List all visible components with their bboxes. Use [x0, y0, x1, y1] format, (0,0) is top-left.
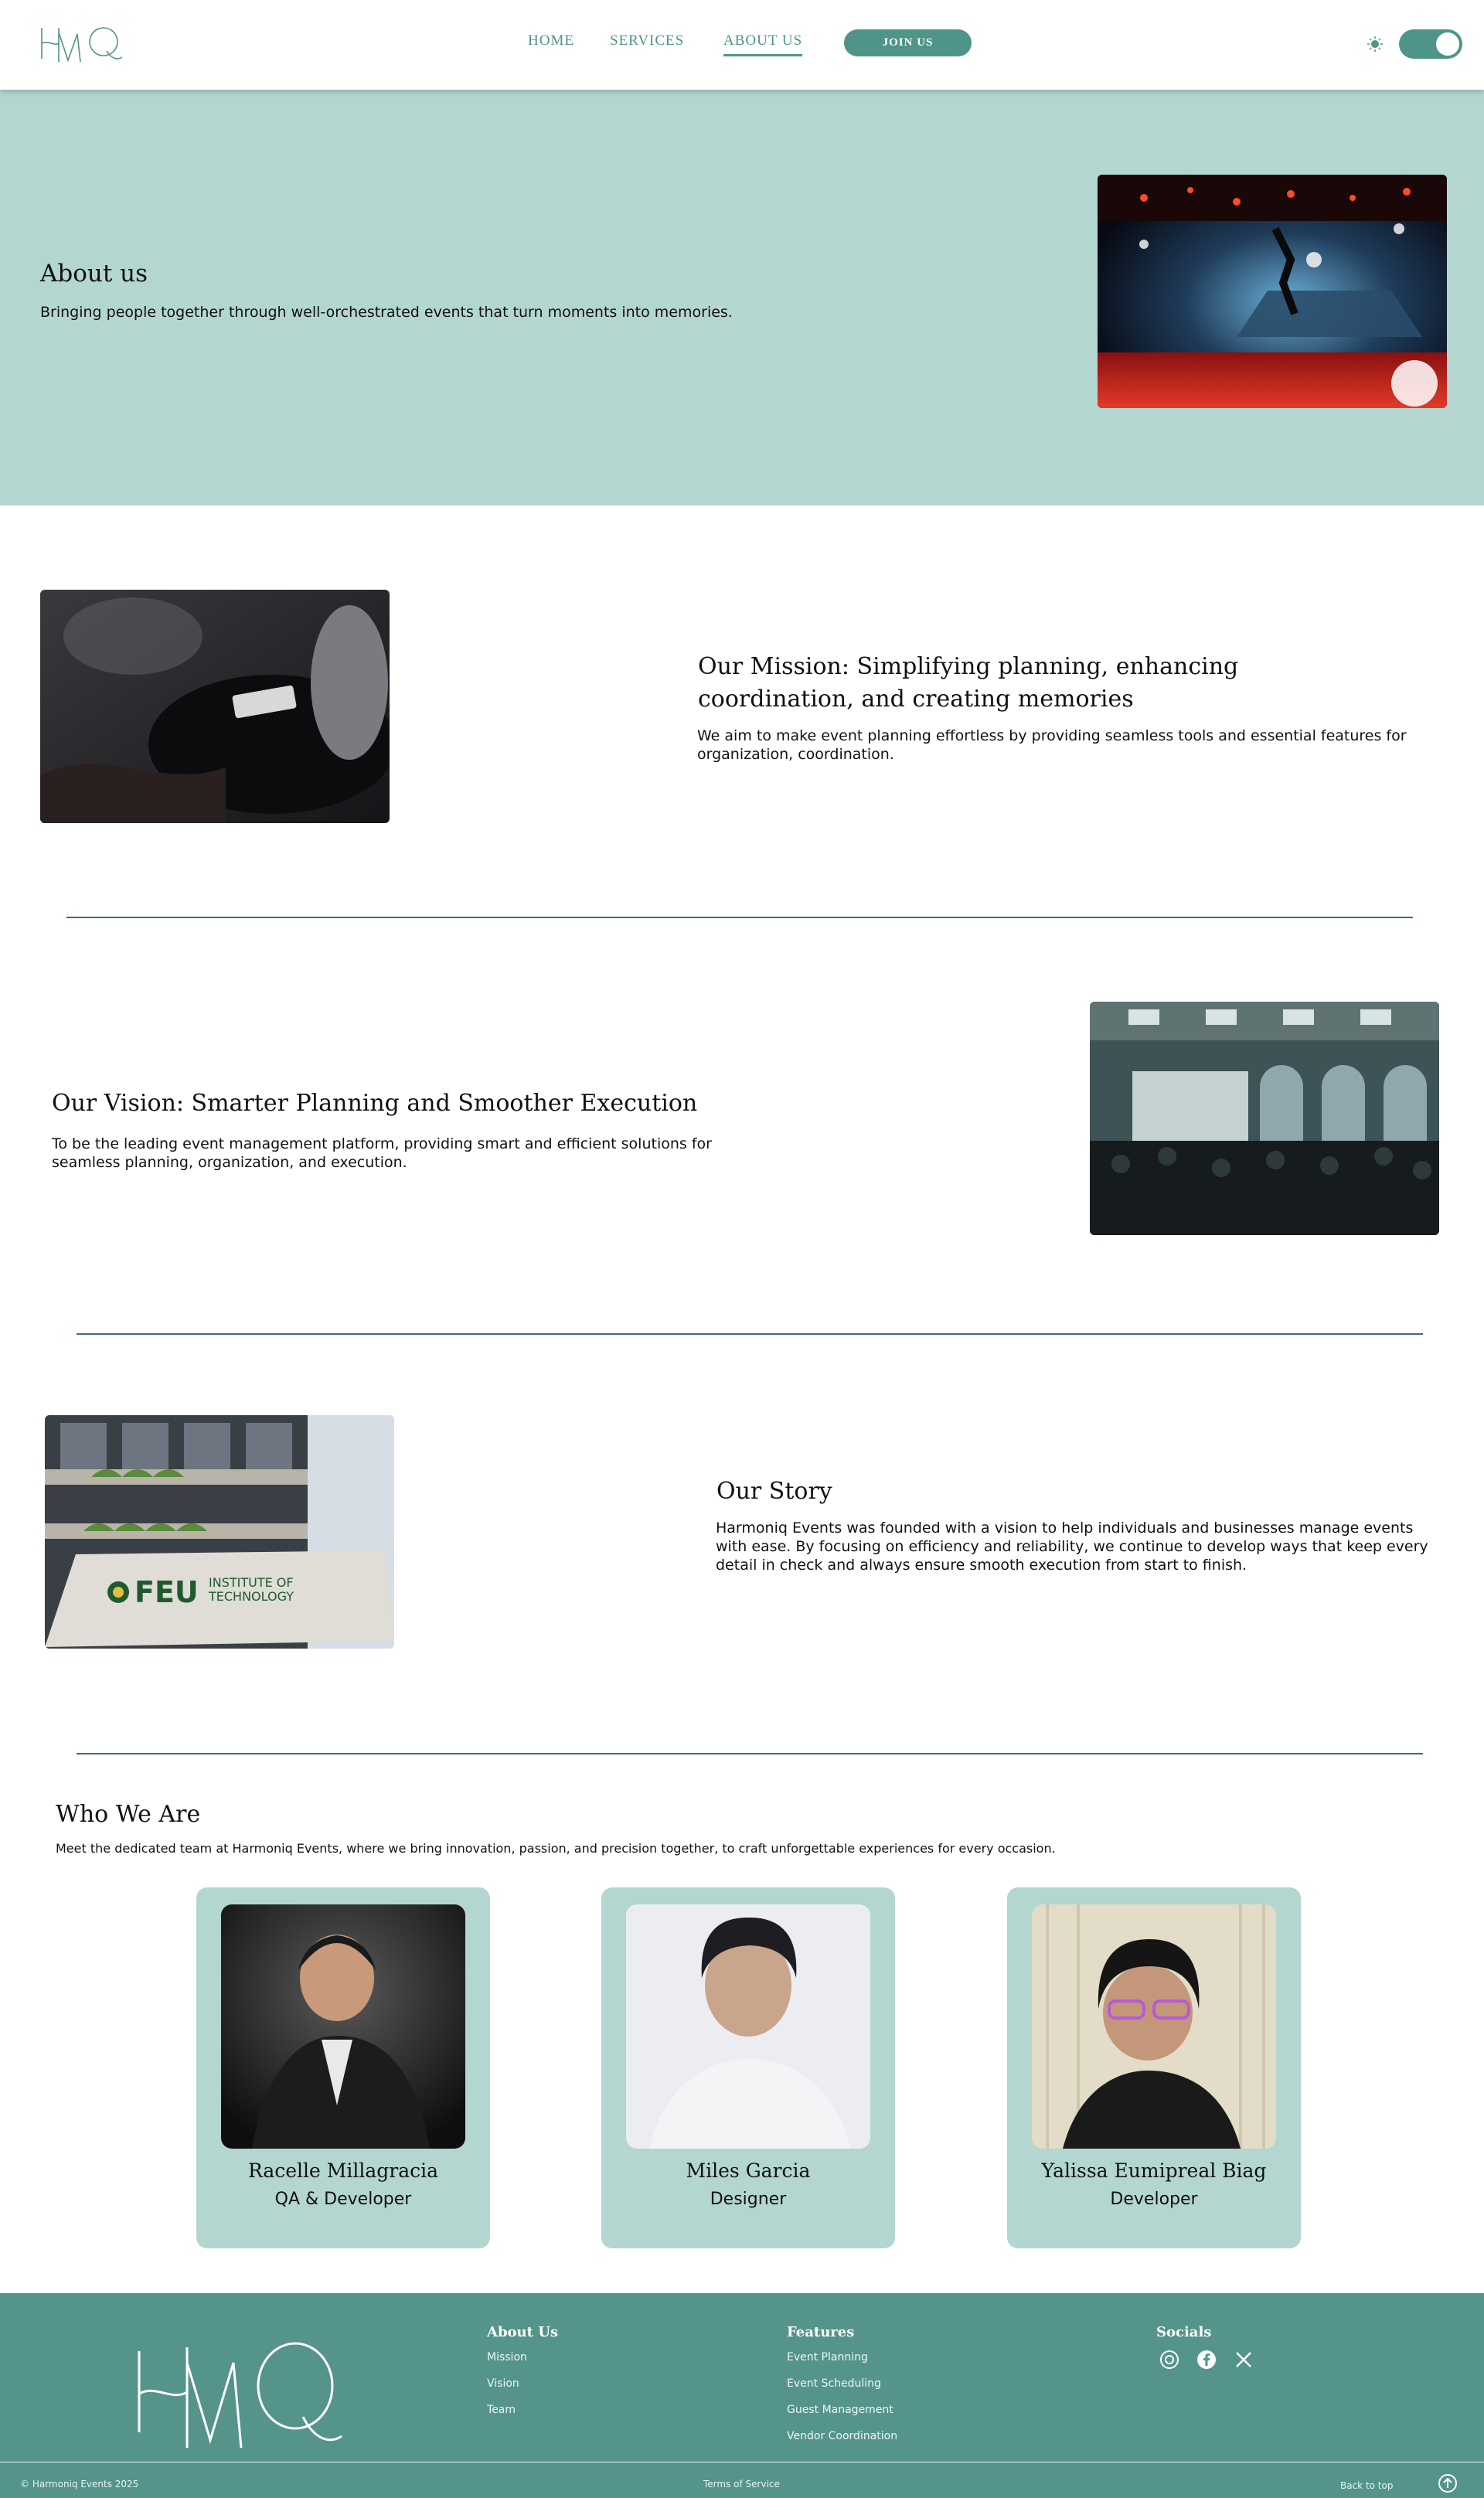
footer-logo[interactable]: [133, 2340, 345, 2455]
footer-link-vision[interactable]: Vision: [487, 2377, 519, 2390]
vision-title: Our Vision: Smarter Planning and Smoothe…: [52, 1090, 698, 1117]
member-photo: [221, 1904, 465, 2149]
audience-taking-notes-photo: [40, 590, 390, 823]
theme-toggle[interactable]: [1399, 29, 1462, 59]
conference-hall-photo: [1090, 1002, 1439, 1235]
section-divider: [77, 1333, 1423, 1335]
hero-section: About us Bringing people together throug…: [0, 90, 1484, 505]
footer-link-event-scheduling[interactable]: Event Scheduling: [787, 2377, 881, 2390]
sign-institute: INSTITUTE OF: [209, 1575, 294, 1590]
logo[interactable]: [39, 23, 124, 66]
terms-link[interactable]: Terms of Service: [703, 2479, 780, 2489]
section-divider: [66, 917, 1413, 918]
team-card: Miles Garcia Designer: [601, 1887, 895, 2248]
sign-feu: FEU: [134, 1575, 199, 1609]
footer-features-heading: Features: [787, 2324, 855, 2340]
hero-subtitle: Bringing people together through well-or…: [40, 304, 733, 321]
team-intro: Meet the dedicated team at Harmoniq Even…: [56, 1841, 1056, 1856]
site-header: HOME SERVICES ABOUT US JOIN US: [0, 0, 1484, 90]
footer-socials-heading: Socials: [1156, 2324, 1212, 2340]
mission-body: We aim to make event planning effortless…: [697, 727, 1407, 763]
sign-technology: TECHNOLOGY: [208, 1589, 294, 1604]
instagram-icon[interactable]: [1159, 2350, 1179, 2370]
feu-building-photo: FEU INSTITUTE OF TECHNOLOGY: [45, 1415, 394, 1649]
nav-about-us[interactable]: ABOUT US: [723, 32, 803, 56]
footer-link-event-planning[interactable]: Event Planning: [787, 2351, 868, 2364]
sun-icon: [1367, 36, 1383, 52]
team-card: Racelle Millagracia QA & Developer: [196, 1887, 490, 2248]
footer-link-guest-management[interactable]: Guest Management: [787, 2404, 893, 2416]
site-footer: About Us Mission Vision Team Features Ev…: [0, 2293, 1484, 2498]
member-photo: [1032, 1904, 1276, 2149]
footer-link-team[interactable]: Team: [487, 2404, 516, 2416]
nav-services[interactable]: SERVICES: [610, 32, 684, 49]
nav-home[interactable]: HOME: [528, 32, 574, 49]
concert-stage-photo: [1098, 175, 1447, 408]
member-name: Yalissa Eumipreal Biag: [1041, 2159, 1267, 2182]
member-photo: [626, 1904, 870, 2149]
team-card: Yalissa Eumipreal Biag Developer: [1007, 1887, 1301, 2248]
team-title: Who We Are: [56, 1801, 201, 1828]
vision-body: To be the leading event management platf…: [52, 1135, 712, 1171]
member-name: Racelle Millagracia: [247, 2159, 439, 2182]
facebook-icon[interactable]: [1196, 2350, 1217, 2370]
copyright-text: © Harmoniq Events 2025: [20, 2479, 139, 2489]
x-icon[interactable]: [1235, 2351, 1252, 2368]
mission-title: Our Mission: Simplifying planning, enhan…: [698, 651, 1238, 716]
back-to-top-link[interactable]: Back to top: [1340, 2480, 1393, 2491]
mission-title-line2: coordination, and creating memories: [698, 686, 1134, 713]
member-role: Designer: [710, 2190, 787, 2209]
section-divider: [77, 1753, 1423, 1754]
toggle-knob: [1436, 32, 1459, 56]
mission-title-line1: Our Mission: Simplifying planning, enhan…: [698, 653, 1239, 680]
footer-about-heading: About Us: [487, 2324, 559, 2340]
arrow-up-circle-icon[interactable]: [1438, 2473, 1458, 2493]
member-role: QA & Developer: [274, 2190, 412, 2209]
story-body: Harmoniq Events was founded with a visio…: [716, 1520, 1428, 1574]
footer-link-mission[interactable]: Mission: [487, 2351, 527, 2364]
story-title: Our Story: [716, 1478, 832, 1505]
member-name: Miles Garcia: [686, 2159, 811, 2182]
member-role: Developer: [1110, 2190, 1198, 2209]
join-us-button[interactable]: JOIN US: [844, 29, 972, 56]
hero-title: About us: [40, 260, 148, 288]
footer-link-vendor-coordination[interactable]: Vendor Coordination: [787, 2430, 897, 2442]
